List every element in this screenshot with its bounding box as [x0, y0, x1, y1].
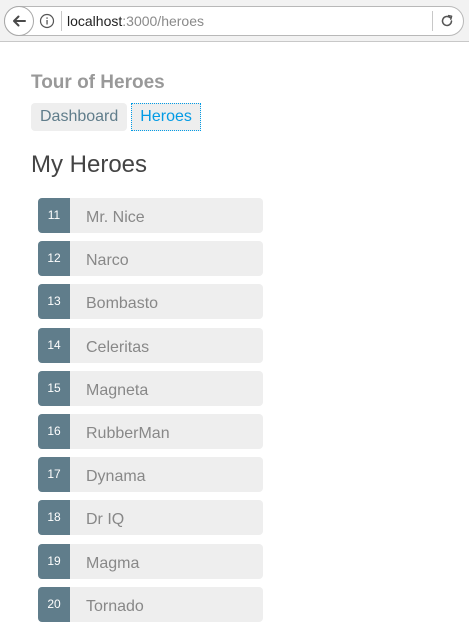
main-nav: Dashboard Heroes — [31, 103, 205, 131]
hero-name: Celeritas — [86, 338, 150, 356]
back-arrow-icon — [13, 15, 26, 27]
hero-list-item[interactable]: 17 Dynama — [38, 457, 263, 493]
url-path: :3000/heroes — [122, 13, 204, 29]
app-title: Tour of Heroes — [31, 72, 165, 93]
hero-id-badge: 18 — [38, 500, 70, 536]
hero-list-item[interactable]: 19 Magma — [38, 543, 263, 579]
hero-name: Dynama — [86, 468, 146, 486]
nav-link-dashboard[interactable]: Dashboard — [31, 103, 128, 131]
hero-id-badge: 19 — [38, 543, 70, 579]
hero-list-item[interactable]: 11 Mr. Nice — [38, 198, 263, 233]
hero-list-item[interactable]: 15 Magneta — [38, 370, 263, 406]
hero-name: Mr. Nice — [86, 209, 145, 226]
hero-list: 11 Mr. Nice 12 Narco 13 Bombasto 14 Cele… — [38, 198, 263, 630]
hero-id-badge: 11 — [38, 198, 70, 233]
hero-name: Narco — [86, 252, 129, 270]
url-text[interactable]: localhost:3000/heroes — [67, 12, 204, 30]
info-icon[interactable] — [39, 13, 55, 29]
hero-name: Tornado — [86, 597, 144, 615]
hero-list-item[interactable]: 14 Celeritas — [38, 327, 263, 363]
hero-id-badge: 12 — [38, 241, 70, 277]
hero-id-badge: 15 — [38, 370, 70, 406]
hero-list-item[interactable]: 12 Narco — [38, 241, 263, 277]
nav-link-heroes[interactable]: Heroes — [131, 103, 201, 131]
hero-id-badge: 13 — [38, 284, 70, 320]
url-host: localhost — [67, 13, 123, 29]
hero-list-item[interactable]: 18 Dr IQ — [38, 500, 263, 536]
hero-id-badge: 20 — [38, 586, 70, 622]
reload-icon[interactable] — [439, 13, 455, 29]
reload-separator — [432, 11, 433, 31]
hero-name: RubberMan — [86, 424, 170, 442]
hero-name: Dr IQ — [86, 511, 125, 529]
hero-list-item[interactable]: 20 Tornado — [38, 586, 263, 622]
hero-id-badge: 16 — [38, 413, 70, 449]
back-button[interactable] — [4, 6, 34, 36]
hero-id-badge: 17 — [38, 457, 70, 493]
browser-toolbar: localhost:3000/heroes — [0, 0, 469, 42]
hero-list-item[interactable]: 13 Bombasto — [38, 284, 263, 320]
url-separator — [61, 11, 62, 31]
page-title: My Heroes — [31, 151, 148, 178]
hero-name: Bombasto — [86, 295, 159, 313]
hero-id-badge: 14 — [38, 327, 70, 363]
hero-name: Magma — [86, 554, 140, 572]
hero-list-item[interactable]: 16 RubberMan — [38, 413, 263, 449]
hero-name: Magneta — [86, 381, 149, 399]
